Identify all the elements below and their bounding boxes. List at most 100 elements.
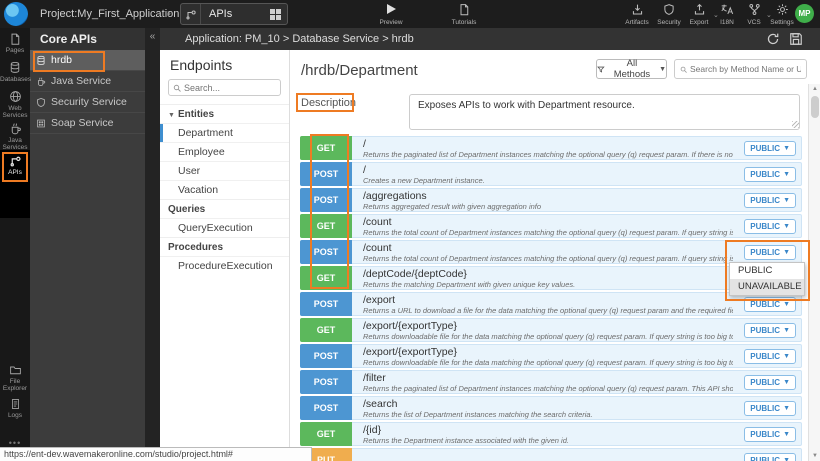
caret-down-icon: ▼ bbox=[783, 301, 790, 308]
endpoint-row[interactable]: PUT PUBLIC ▼ bbox=[300, 448, 802, 461]
method-search-input[interactable] bbox=[690, 64, 801, 74]
core-apis-panel: Core APIs hrdb Java Service Security Ser… bbox=[30, 28, 145, 461]
scroll-down-icon[interactable]: ▼ bbox=[809, 453, 820, 459]
visibility-dropdown-button[interactable]: PUBLIC ▼ bbox=[744, 453, 796, 461]
triangle-down-icon: ▼ bbox=[168, 112, 175, 119]
sidebar-item-pages[interactable]: Pages bbox=[0, 33, 30, 54]
sidebar-item-web-services[interactable]: Web Services bbox=[0, 90, 30, 119]
section-queries[interactable]: Queries bbox=[160, 199, 289, 218]
visibility-dropdown-button[interactable]: PUBLIC ▼ bbox=[744, 323, 796, 338]
chevron-right-icon: › bbox=[167, 0, 171, 28]
scroll-up-icon[interactable]: ▲ bbox=[809, 86, 820, 92]
collapse-panel-icon[interactable]: « bbox=[145, 28, 160, 46]
description-label: Description bbox=[301, 97, 356, 109]
core-apis-title: Core APIs bbox=[30, 28, 145, 50]
method-badge: POST bbox=[300, 344, 352, 368]
breadcrumb: Application: PM_10 > Database Service > … bbox=[185, 28, 414, 50]
endpoint-row[interactable]: POST /export/{exportType} Returns downlo… bbox=[300, 344, 802, 368]
endpoint-row[interactable]: GET /deptCode/{deptCode} Returns the mat… bbox=[300, 266, 802, 290]
tab-apis[interactable]: APIs bbox=[180, 3, 288, 25]
visibility-dropdown-button[interactable]: PUBLIC ▼ bbox=[744, 193, 796, 208]
endpoint-row[interactable]: GET /{id} Returns the Department instanc… bbox=[300, 422, 802, 446]
search-icon bbox=[173, 84, 181, 92]
method-badge: POST bbox=[300, 162, 352, 186]
endpoints-search-input[interactable] bbox=[184, 83, 270, 93]
user-avatar[interactable]: MP bbox=[795, 4, 814, 23]
funnel-icon bbox=[597, 65, 605, 74]
sidebar-item-file-explorer[interactable]: File Explorer bbox=[0, 364, 30, 392]
visibility-dropdown-button[interactable]: PUBLIC ▼ bbox=[744, 219, 796, 234]
sidebar-item-apis[interactable]: APIs bbox=[0, 154, 30, 176]
pages-icon bbox=[9, 33, 21, 45]
visibility-dropdown-button[interactable]: PUBLIC ▼ bbox=[744, 167, 796, 182]
caret-down-icon: ▼ bbox=[783, 431, 790, 438]
coffee-icon bbox=[36, 76, 46, 87]
endpoint-path: /count bbox=[363, 242, 733, 254]
endpoint-item-vacation[interactable]: Vacation bbox=[160, 180, 289, 199]
core-api-item-hrdb[interactable]: hrdb bbox=[30, 50, 145, 71]
visibility-dropdown-button[interactable]: PUBLIC ▼ bbox=[744, 427, 796, 442]
method-badge: GET bbox=[300, 266, 352, 290]
section-entities[interactable]: ▼Entities bbox=[160, 104, 289, 123]
tutorials-button[interactable]: Tutorials bbox=[446, 3, 482, 26]
endpoint-item-user[interactable]: User bbox=[160, 161, 289, 180]
endpoint-row[interactable]: POST /export Returns a URL to download a… bbox=[300, 292, 802, 316]
sidebar-item-databases[interactable]: Databases bbox=[0, 61, 30, 83]
section-procedures[interactable]: Procedures bbox=[160, 237, 289, 256]
document-icon bbox=[446, 3, 482, 16]
method-badge: GET bbox=[300, 214, 352, 238]
visibility-dropdown-button[interactable]: PUBLIC ▼ bbox=[744, 245, 796, 260]
endpoint-item-queryexecution[interactable]: QueryExecution bbox=[160, 218, 289, 237]
core-api-item-security-service[interactable]: Security Service bbox=[30, 92, 145, 113]
method-badge: GET bbox=[300, 136, 352, 160]
endpoint-item-procedureexecution[interactable]: ProcedureExecution bbox=[160, 256, 289, 275]
endpoint-item-employee[interactable]: Employee bbox=[160, 142, 289, 161]
vertical-scrollbar[interactable]: ▲ ▼ bbox=[808, 84, 820, 461]
menu-item-public[interactable]: PUBLIC bbox=[730, 263, 804, 279]
refresh-icon[interactable] bbox=[766, 32, 780, 46]
endpoint-list: GET / Returns the paginated list of Depa… bbox=[300, 136, 802, 461]
core-api-item-java-service[interactable]: Java Service bbox=[30, 71, 145, 92]
menu-item-unavailable[interactable]: UNAVAILABLE bbox=[730, 279, 804, 295]
caret-down-icon: ▼ bbox=[783, 197, 790, 204]
endpoint-row[interactable]: GET /count Returns the total count of De… bbox=[300, 214, 802, 238]
visibility-dropdown-button[interactable]: PUBLIC ▼ bbox=[744, 297, 796, 312]
search-icon bbox=[680, 65, 687, 74]
visibility-dropdown-button[interactable]: PUBLIC ▼ bbox=[744, 375, 796, 390]
project-name: Project:My_First_Application bbox=[40, 0, 179, 28]
description-textarea[interactable]: Exposes APIs to work with Department res… bbox=[409, 94, 800, 130]
save-icon[interactable] bbox=[789, 32, 803, 46]
endpoint-row[interactable]: GET /export/{exportType} Returns downloa… bbox=[300, 318, 802, 342]
databases-icon bbox=[9, 61, 21, 74]
logs-icon bbox=[10, 398, 21, 410]
method-search[interactable] bbox=[674, 59, 807, 79]
endpoint-row[interactable]: POST /filter Returns the paginated list … bbox=[300, 370, 802, 394]
endpoint-path: /export/{exportType} bbox=[363, 346, 733, 358]
preview-button[interactable]: Preview bbox=[373, 3, 409, 26]
endpoint-row[interactable]: POST /search Returns the list of Departm… bbox=[300, 396, 802, 420]
visibility-dropdown-button[interactable]: PUBLIC ▼ bbox=[744, 141, 796, 156]
endpoint-path: / bbox=[363, 138, 733, 150]
caret-down-icon: ▼ bbox=[783, 457, 790, 461]
scrollbar-thumb[interactable] bbox=[811, 96, 819, 118]
endpoint-row[interactable]: GET / Returns the paginated list of Depa… bbox=[300, 136, 802, 160]
sidebar-item-logs[interactable]: Logs bbox=[0, 398, 30, 419]
resize-grip-icon[interactable] bbox=[792, 121, 799, 128]
endpoint-row[interactable]: POST /aggregations Returns aggregated re… bbox=[300, 188, 802, 212]
endpoint-row[interactable]: POST /count Returns the total count of D… bbox=[300, 240, 802, 264]
method-badge: POST bbox=[300, 188, 352, 212]
soap-icon bbox=[36, 118, 46, 129]
endpoint-item-department[interactable]: Department bbox=[160, 123, 289, 142]
visibility-dropdown-button[interactable]: PUBLIC ▼ bbox=[744, 349, 796, 364]
endpoints-search[interactable] bbox=[168, 79, 281, 96]
core-api-item-soap-service[interactable]: Soap Service bbox=[30, 113, 145, 134]
endpoint-row[interactable]: POST / Creates a new Department instance… bbox=[300, 162, 802, 186]
caret-down-icon: ▼ bbox=[783, 223, 790, 230]
java-services-icon bbox=[9, 122, 22, 135]
visibility-dropdown-button[interactable]: PUBLIC ▼ bbox=[744, 401, 796, 416]
grid-icon[interactable] bbox=[270, 9, 281, 20]
artifacts-button[interactable]: Artifacts bbox=[619, 3, 655, 26]
method-filter-dropdown[interactable]: All Methods ▼ bbox=[596, 59, 667, 79]
endpoint-path: /export bbox=[363, 294, 733, 306]
sidebar-item-java-services[interactable]: Java Services bbox=[0, 122, 30, 151]
